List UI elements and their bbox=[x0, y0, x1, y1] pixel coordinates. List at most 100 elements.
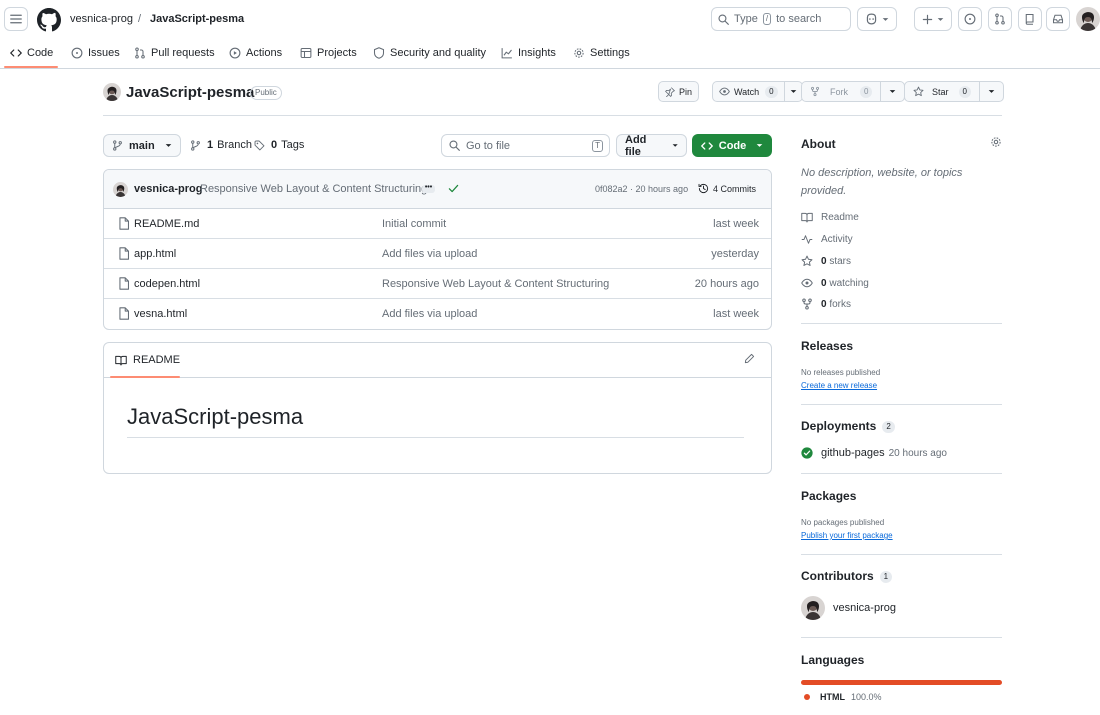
branches-link[interactable]: 1 Branch bbox=[190, 139, 252, 151]
commit-expand-button[interactable]: ••• bbox=[422, 184, 435, 193]
issues-button[interactable] bbox=[958, 7, 982, 31]
breadcrumb-owner[interactable]: vesnica-prog bbox=[70, 13, 133, 25]
deployment-item[interactable]: github-pages 20 hours ago bbox=[801, 447, 947, 459]
go-to-file-input[interactable]: Go to file T bbox=[441, 134, 610, 157]
about-settings-button[interactable] bbox=[990, 136, 1002, 148]
tab-projects[interactable]: Projects bbox=[300, 45, 357, 61]
packages-title[interactable]: Packages bbox=[801, 489, 856, 503]
owner-avatar[interactable] bbox=[103, 83, 121, 101]
deployment-name: github-pages bbox=[821, 447, 885, 459]
chevron-down-icon bbox=[937, 17, 944, 21]
commit-author[interactable]: vesnica-prog bbox=[134, 183, 202, 195]
pin-icon bbox=[665, 86, 675, 97]
breadcrumb-repo[interactable]: JavaScript-pesma bbox=[150, 13, 244, 25]
contributor-avatar[interactable] bbox=[801, 596, 825, 620]
heading-rule bbox=[127, 437, 744, 438]
graph-icon bbox=[501, 48, 512, 59]
fork-dropdown[interactable] bbox=[880, 82, 904, 101]
releases-title[interactable]: Releases bbox=[801, 339, 853, 353]
pin-button[interactable]: Pin bbox=[658, 81, 700, 102]
commit-sha-time[interactable]: 0f082a2 · 20 hours ago bbox=[595, 184, 688, 194]
sidebar-divider bbox=[801, 554, 1002, 555]
github-logo-icon[interactable] bbox=[37, 8, 61, 32]
star-dropdown[interactable] bbox=[978, 82, 1003, 101]
contributor-item[interactable]: vesnica-prog bbox=[801, 596, 896, 620]
readme-link[interactable]: Readme bbox=[801, 212, 859, 223]
forks-link[interactable]: 0 forks bbox=[801, 298, 851, 310]
search-prefix: Type bbox=[734, 13, 758, 25]
add-file-button[interactable]: Add file bbox=[616, 134, 687, 158]
watch-dropdown[interactable] bbox=[783, 82, 802, 101]
user-avatar[interactable] bbox=[1076, 7, 1100, 31]
menu-button[interactable] bbox=[4, 7, 28, 31]
star-icon bbox=[801, 255, 813, 266]
pull-requests-button[interactable] bbox=[988, 7, 1012, 31]
file-commit-message[interactable]: Responsive Web Layout & Content Structur… bbox=[382, 278, 609, 290]
file-table: vesnica-prog Responsive Web Layout & Con… bbox=[103, 169, 772, 330]
tab-settings-label: Settings bbox=[590, 47, 630, 59]
file-icon bbox=[118, 247, 130, 260]
file-name[interactable]: README.md bbox=[134, 218, 199, 230]
edit-readme-button[interactable] bbox=[744, 353, 755, 364]
tags-link[interactable]: 0 Tags bbox=[254, 139, 304, 151]
shield-icon bbox=[373, 47, 385, 59]
star-label: Star bbox=[932, 86, 949, 97]
tab-actions[interactable]: Actions bbox=[229, 45, 282, 61]
repositories-button[interactable] bbox=[1018, 7, 1042, 31]
stars-link[interactable]: 0 stars bbox=[801, 255, 851, 267]
branch-icon bbox=[191, 139, 200, 151]
tab-code[interactable]: Code bbox=[10, 45, 53, 61]
tag-icon bbox=[254, 140, 265, 150]
language-dot bbox=[804, 694, 810, 700]
file-commit-message[interactable]: Add files via upload bbox=[382, 248, 477, 260]
issue-icon bbox=[964, 13, 976, 25]
watch-button[interactable]: Watch 0 bbox=[712, 81, 803, 102]
star-button[interactable]: Star 0 bbox=[904, 81, 1004, 102]
tab-code-label: Code bbox=[27, 47, 54, 59]
tab-security[interactable]: Security and quality bbox=[373, 45, 486, 61]
contributors-title[interactable]: Contributors 1 bbox=[801, 569, 893, 583]
activity-link[interactable]: Activity bbox=[801, 234, 853, 245]
watching-link[interactable]: 0 watching bbox=[801, 277, 869, 289]
repo-title[interactable]: JavaScript-pesma bbox=[126, 84, 254, 101]
about-title: About bbox=[801, 137, 836, 151]
check-icon[interactable] bbox=[448, 183, 459, 194]
tab-issues[interactable]: Issues bbox=[71, 45, 120, 61]
tab-insights[interactable]: Insights bbox=[501, 45, 556, 61]
tab-security-label: Security and quality bbox=[390, 47, 486, 59]
code-button-label: Code bbox=[718, 139, 747, 152]
chevron-down-icon bbox=[756, 144, 763, 147]
file-name[interactable]: codepen.html bbox=[134, 278, 200, 290]
file-name[interactable]: app.html bbox=[134, 248, 176, 260]
readme-tab[interactable]: README bbox=[115, 354, 180, 366]
watching-label: watching bbox=[829, 277, 869, 289]
inbox-button[interactable] bbox=[1046, 7, 1070, 31]
star-count: 0 bbox=[958, 85, 971, 98]
file-name[interactable]: vesna.html bbox=[134, 308, 187, 320]
file-icon bbox=[118, 217, 130, 230]
file-date: last week bbox=[713, 218, 759, 230]
copilot-button[interactable] bbox=[857, 7, 897, 31]
packages-empty-text: No packages published bbox=[801, 518, 885, 527]
search-shortcut-key: / bbox=[762, 13, 772, 25]
language-item[interactable]: HTML 100.0% bbox=[801, 692, 882, 702]
commit-message[interactable]: Responsive Web Layout & Content Structur… bbox=[200, 183, 427, 195]
branch-selector[interactable]: main bbox=[103, 134, 181, 157]
commits-link[interactable]: 4 Commits bbox=[698, 183, 756, 194]
top-header: vesnica-prog / JavaScript-pesma Type / t… bbox=[0, 0, 1100, 38]
search-input[interactable]: Type / to search bbox=[711, 7, 851, 31]
deployments-title[interactable]: Deployments 2 bbox=[801, 419, 895, 433]
deployments-title-label: Deployments bbox=[801, 419, 877, 433]
code-button[interactable]: Code bbox=[692, 134, 772, 157]
fork-button[interactable]: Fork 0 bbox=[801, 81, 906, 102]
create-new-button[interactable] bbox=[914, 7, 952, 31]
create-release-link[interactable]: Create a new release bbox=[801, 381, 877, 390]
commit-author-avatar[interactable] bbox=[113, 182, 128, 197]
publish-package-link[interactable]: Publish your first package bbox=[801, 531, 893, 540]
file-commit-message[interactable]: Add files via upload bbox=[382, 308, 477, 320]
watch-count: 0 bbox=[765, 85, 778, 98]
tab-settings[interactable]: Settings bbox=[573, 45, 630, 61]
tab-pull-requests[interactable]: Pull requests bbox=[134, 45, 215, 61]
chevron-down-icon bbox=[165, 144, 171, 147]
file-commit-message[interactable]: Initial commit bbox=[382, 218, 446, 230]
